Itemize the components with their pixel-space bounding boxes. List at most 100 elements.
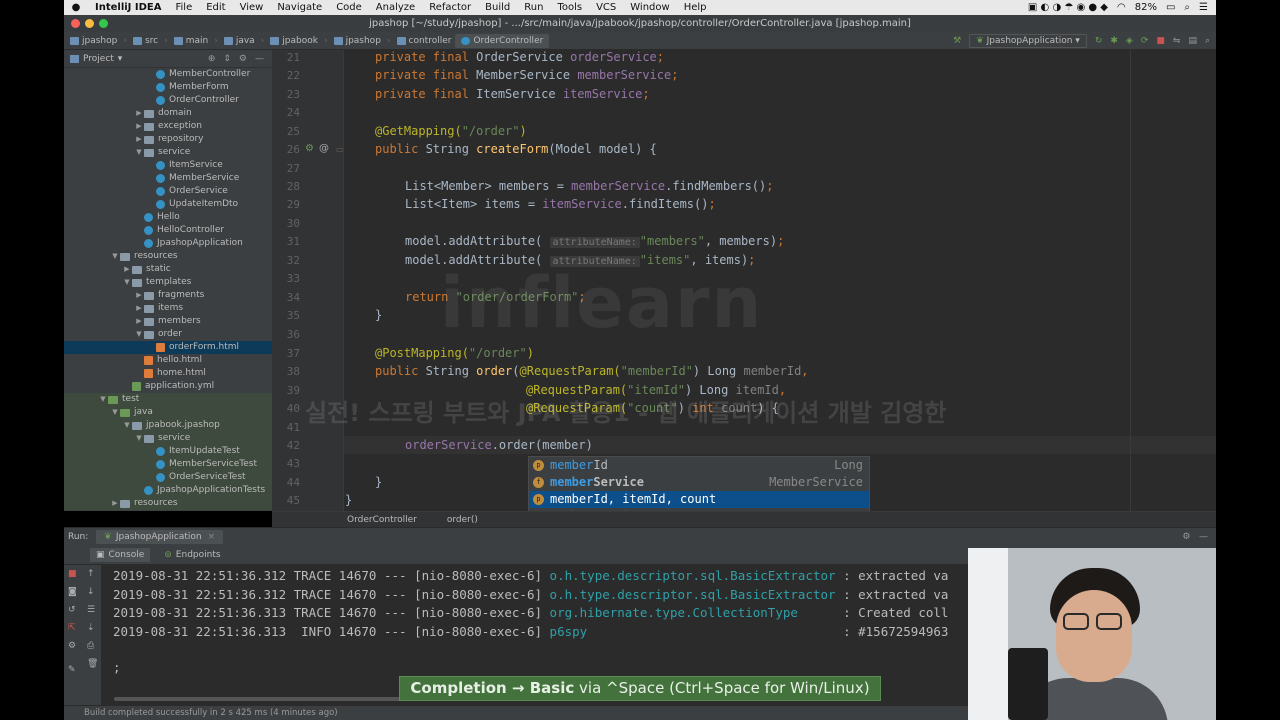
stop-icon[interactable]: ■ [1156, 36, 1165, 46]
apple-icon[interactable]: ● [64, 2, 88, 13]
tree-item[interactable]: MemberServiceTest [64, 458, 272, 471]
zoom-window-icon[interactable] [99, 19, 108, 28]
chevron-down-icon[interactable]: ▼ [110, 250, 120, 263]
tree-item[interactable]: ▼ order [64, 328, 272, 341]
tree-item[interactable]: ▶ members [64, 315, 272, 328]
log-logger[interactable]: o.h.type.descriptor.sql.BasicExtractor [550, 568, 836, 583]
tree-item[interactable]: Hello [64, 211, 272, 224]
tree-item[interactable]: ▼ test [64, 393, 272, 406]
tree-item[interactable]: JpashopApplication [64, 237, 272, 250]
chevron-right-icon[interactable]: ▶ [134, 302, 144, 315]
tree-item[interactable]: ▶ static [64, 263, 272, 276]
tree-item[interactable]: ▼ templates [64, 276, 272, 289]
tree-item[interactable]: .gitignore [64, 510, 272, 511]
battery-percent[interactable]: 82% [1135, 2, 1157, 13]
log-logger[interactable]: o.h.type.descriptor.sql.BasicExtractor [550, 587, 836, 602]
editor-breadcrumb-class[interactable]: OrderController [347, 515, 417, 525]
log-logger[interactable]: org.hibernate.type.CollectionType [550, 605, 798, 620]
chevron-down-icon[interactable]: ▼ [134, 432, 144, 445]
tree-item[interactable]: HelloController [64, 224, 272, 237]
completion-item-all-params[interactable]: p member Id, itemId, count [529, 491, 869, 508]
completion-item-memberid[interactable]: p member Id Long [529, 457, 869, 474]
chevron-down-icon[interactable]: ▼ [98, 393, 108, 406]
search-everywhere-icon[interactable]: ⌕ [1205, 36, 1210, 46]
chevron-down-icon[interactable]: ▼ [122, 419, 132, 432]
breadcrumb-controller[interactable]: controller [391, 36, 451, 46]
chevron-right-icon[interactable]: ▶ [134, 133, 144, 146]
tree-item[interactable]: ItemUpdateTest [64, 445, 272, 458]
chevron-down-icon[interactable]: ▼ [110, 406, 120, 419]
tree-item[interactable]: OrderController [64, 94, 272, 107]
gear-icon[interactable]: ⚙ [239, 54, 247, 64]
run-config-selector[interactable]: ❦ JpashopApplication ▾ [969, 33, 1087, 48]
trash-icon[interactable]: 🗑 [87, 659, 98, 669]
chevron-right-icon[interactable]: ▶ [134, 107, 144, 120]
tree-item[interactable]: ▶ items [64, 302, 272, 315]
tree-item[interactable]: ▼ service [64, 146, 272, 159]
breadcrumb-java[interactable]: java › [218, 36, 264, 46]
search-icon[interactable]: ⌕ [1184, 2, 1190, 13]
chevron-right-icon[interactable]: ▶ [134, 120, 144, 133]
print-icon[interactable]: ⎙ [87, 641, 94, 651]
menu-navigate[interactable]: Navigate [270, 2, 329, 13]
restore-layout-icon[interactable]: ↺ [68, 605, 76, 615]
editor-breadcrumb-method[interactable]: order() [447, 515, 478, 525]
tree-item[interactable]: OrderService [64, 185, 272, 198]
annotation-gutter-icon[interactable]: @ [319, 143, 329, 154]
tree-item[interactable]: OrderServiceTest [64, 471, 272, 484]
locate-icon[interactable]: ⊕ [208, 54, 216, 64]
tree-item[interactable]: orderForm.html [64, 341, 272, 354]
chevron-right-icon[interactable]: ▶ [134, 315, 144, 328]
breadcrumb-ordercontroller[interactable]: OrderController [455, 33, 550, 48]
menu-view[interactable]: View [233, 2, 271, 13]
tree-item[interactable]: ▼ resources [64, 250, 272, 263]
menu-run[interactable]: Run [517, 2, 550, 13]
wifi-icon[interactable]: ◠ [1117, 2, 1126, 13]
chevron-down-icon[interactable]: ▼ [134, 328, 144, 341]
fold-icon[interactable]: ▭ [336, 145, 344, 154]
debug-icon[interactable]: ✱ [1110, 36, 1118, 46]
tree-item[interactable]: ItemService [64, 159, 272, 172]
menu-extras-icon[interactable]: ☰ [1199, 2, 1208, 13]
menu-build[interactable]: Build [478, 2, 517, 13]
down-arrow-icon[interactable]: ↓ [87, 587, 95, 597]
hammer-build-icon[interactable]: ⚒ [953, 36, 961, 46]
completion-item-memberservice[interactable]: f member Service MemberService [529, 474, 869, 491]
breadcrumb-src[interactable]: src › [127, 36, 168, 46]
console-horizontal-scrollbar[interactable] [114, 697, 414, 701]
pin-icon[interactable]: ✎ [68, 665, 76, 675]
gear-icon[interactable]: ⚙ — [1182, 532, 1216, 542]
vcs-icon[interactable]: ⇋ [1173, 36, 1181, 46]
coverage-icon[interactable]: ◈ [1126, 36, 1133, 46]
tree-item[interactable]: ▶ fragments [64, 289, 272, 302]
scroll-to-end-icon[interactable]: ⇣ [87, 623, 95, 633]
camera-icon[interactable]: ◙ [68, 587, 77, 597]
tree-item[interactable]: ▼ service [64, 432, 272, 445]
chevron-right-icon[interactable]: ▶ [110, 497, 120, 510]
tree-item[interactable]: ▼ java [64, 406, 272, 419]
project-structure-icon[interactable]: ▤ [1188, 36, 1197, 46]
tree-item[interactable]: application.yml [64, 380, 272, 393]
menu-vcs[interactable]: VCS [589, 2, 623, 13]
tree-item[interactable]: MemberForm [64, 81, 272, 94]
menu-window[interactable]: Window [623, 2, 676, 13]
menu-help[interactable]: Help [677, 2, 714, 13]
profile-icon[interactable]: ⟳ [1141, 36, 1149, 46]
chevron-right-icon[interactable]: ▶ [134, 289, 144, 302]
menu-refactor[interactable]: Refactor [422, 2, 478, 13]
tree-item[interactable]: MemberService [64, 172, 272, 185]
project-panel-title[interactable]: Project [83, 54, 114, 64]
menu-edit[interactable]: Edit [199, 2, 232, 13]
breadcrumb-jpabook[interactable]: jpabook › [264, 36, 328, 46]
tab-console[interactable]: ▣ Console [90, 547, 151, 562]
run-config-tab[interactable]: ❦ JpashopApplication × [96, 529, 224, 544]
exit-icon[interactable]: ⇱ [68, 623, 76, 633]
collapse-icon[interactable]: ⇕ [223, 54, 231, 64]
settings-icon[interactable]: ⚙ [68, 641, 76, 651]
tree-item[interactable]: UpdateItemDto [64, 198, 272, 211]
breadcrumb-main[interactable]: main › [168, 36, 218, 46]
tree-item[interactable]: JpashopApplicationTests [64, 484, 272, 497]
tree-item[interactable]: ▶ resources [64, 497, 272, 510]
spring-mapping-gutter-icon[interactable]: ⚙ [305, 143, 314, 154]
chevron-right-icon[interactable]: ▶ [122, 263, 132, 276]
